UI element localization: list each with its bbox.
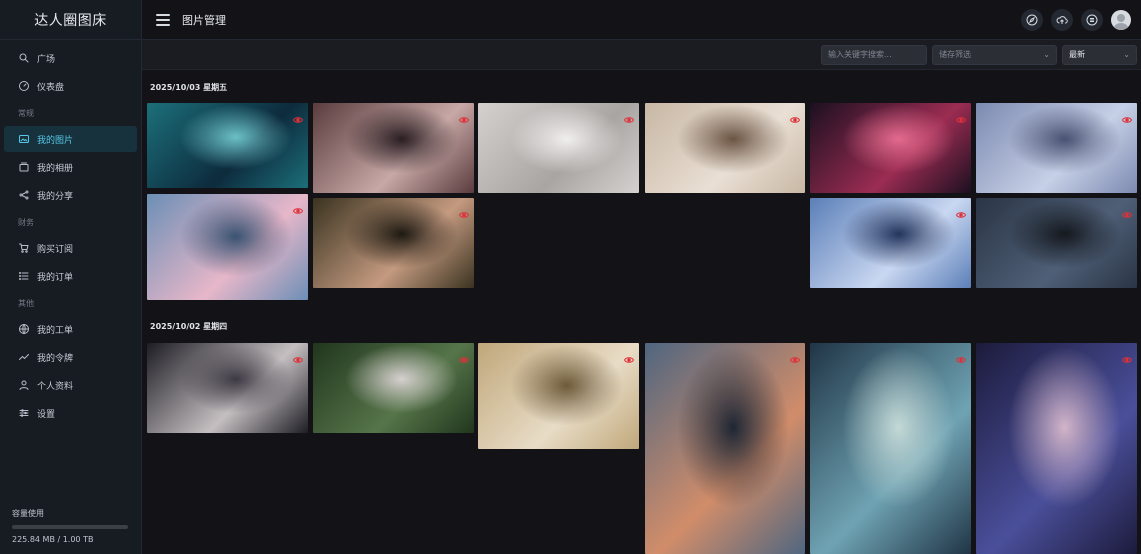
sidebar-item-globe[interactable]: 我的工单 — [4, 316, 137, 342]
chevron-down-icon: ⌄ — [1043, 50, 1050, 59]
sidebar-item-label: 我的图片 — [37, 135, 74, 146]
user-icon — [18, 379, 30, 391]
eye-icon[interactable] — [1121, 204, 1133, 218]
eye-icon[interactable] — [789, 109, 801, 123]
trend-icon — [18, 351, 30, 363]
sidebar-item-label: 我的分享 — [37, 191, 74, 202]
chevron-down-icon: ⌄ — [1123, 50, 1130, 59]
sidebar-item-search[interactable]: 广场 — [4, 45, 137, 71]
date-heading: 2025/10/03 星期五 — [150, 83, 228, 92]
sidebar-item-label: 我的令牌 — [37, 353, 74, 364]
brand-logo[interactable]: 达人圈图床 — [0, 0, 141, 40]
eye-icon[interactable] — [292, 200, 304, 214]
compass-icon[interactable] — [1021, 8, 1043, 31]
image-thumbnail[interactable] — [810, 103, 971, 193]
eye-icon[interactable] — [292, 109, 304, 123]
sidebar-item-label: 仪表盘 — [37, 82, 65, 93]
topbar: 图片管理 — [142, 0, 1141, 40]
image-gallery: 2025/10/03 星期五 2025/10/02 星期四 — [142, 70, 1141, 554]
eye-icon[interactable] — [458, 204, 470, 218]
sort-select[interactable]: 最新 ⌄ — [1062, 44, 1137, 65]
image-thumbnail[interactable] — [810, 198, 971, 288]
search-icon — [18, 52, 30, 64]
sidebar-item-album[interactable]: 我的相册 — [4, 154, 137, 180]
sidebar-item-list[interactable]: 我的订单 — [4, 263, 137, 289]
date-heading: 2025/10/02 星期四 — [150, 322, 228, 331]
cart-icon — [18, 242, 30, 254]
eye-icon[interactable] — [1121, 109, 1133, 123]
cloud-upload-icon[interactable] — [1051, 8, 1073, 31]
share-icon — [18, 189, 30, 201]
image-thumbnail[interactable] — [147, 194, 308, 300]
storage-text: 225.84 MB / 1.00 TB — [12, 535, 94, 544]
image-thumbnail[interactable] — [645, 103, 805, 193]
filter-bar: 储存筛选 ⌄ 最新 ⌄ — [142, 40, 1141, 70]
sidebar-item-share[interactable]: 我的分享 — [4, 182, 137, 208]
eye-icon[interactable] — [292, 349, 304, 363]
image-thumbnail[interactable] — [313, 103, 474, 193]
avatar[interactable] — [1111, 9, 1131, 30]
sidebar-item-settings[interactable]: 设置 — [4, 400, 137, 426]
eye-icon[interactable] — [1121, 349, 1133, 363]
sidebar-item-label: 设置 — [37, 409, 56, 420]
sidebar: 达人圈图床 广场仪表盘常规我的图片我的相册我的分享财务购买订阅我的订单其他我的工… — [0, 0, 142, 554]
storage-filter-select[interactable]: 储存筛选 ⌄ — [932, 44, 1057, 65]
image-thumbnail[interactable] — [976, 103, 1137, 193]
sort-label: 最新 — [1069, 50, 1085, 59]
sidebar-item-image[interactable]: 我的图片 — [4, 126, 137, 152]
image-thumbnail[interactable] — [147, 343, 308, 433]
settings-icon — [18, 407, 30, 419]
image-thumbnail[interactable] — [976, 343, 1137, 554]
list-circle-icon[interactable] — [1081, 8, 1103, 31]
storage-usage: 容量使用 225.84 MB / 1.00 TB — [12, 508, 128, 544]
eye-icon[interactable] — [623, 349, 635, 363]
list-icon — [18, 270, 30, 282]
image-thumbnail[interactable] — [313, 198, 474, 288]
sidebar-item-trend[interactable]: 我的令牌 — [4, 344, 137, 370]
eye-icon[interactable] — [955, 349, 967, 363]
eye-icon[interactable] — [623, 109, 635, 123]
menu-toggle-icon[interactable] — [156, 13, 170, 26]
eye-icon[interactable] — [458, 349, 470, 363]
sidebar-item-label: 我的订单 — [37, 272, 74, 283]
dashboard-icon — [18, 80, 30, 92]
sidebar-item-label: 个人资料 — [37, 381, 74, 392]
sidebar-section-title: 财务 — [18, 217, 34, 227]
sidebar-item-label: 我的相册 — [37, 163, 74, 174]
image-thumbnail[interactable] — [147, 103, 308, 188]
sidebar-item-label: 广场 — [37, 54, 56, 65]
image-thumbnail[interactable] — [810, 343, 971, 554]
sidebar-item-label: 我的工单 — [37, 325, 74, 336]
storage-filter-label: 储存筛选 — [939, 50, 971, 59]
image-thumbnail[interactable] — [478, 343, 639, 449]
sidebar-section-title: 其他 — [18, 298, 34, 308]
globe-icon — [18, 323, 30, 335]
sidebar-nav: 广场仪表盘常规我的图片我的相册我的分享财务购买订阅我的订单其他我的工单我的令牌个… — [0, 40, 141, 426]
app-root: 达人圈图床 广场仪表盘常规我的图片我的相册我的分享财务购买订阅我的订单其他我的工… — [0, 0, 1141, 554]
top-actions — [1021, 8, 1131, 31]
sidebar-item-label: 购买订阅 — [37, 244, 74, 255]
sidebar-item-user[interactable]: 个人资料 — [4, 372, 137, 398]
eye-icon[interactable] — [789, 349, 801, 363]
search-input[interactable] — [821, 44, 927, 65]
sidebar-section-title: 常规 — [18, 108, 34, 118]
page-title: 图片管理 — [182, 13, 226, 27]
storage-title: 容量使用 — [12, 509, 44, 518]
storage-progress-bar — [12, 525, 128, 529]
eye-icon[interactable] — [955, 109, 967, 123]
album-icon — [18, 161, 30, 173]
eye-icon[interactable] — [458, 109, 470, 123]
image-icon — [18, 133, 30, 145]
image-thumbnail[interactable] — [313, 343, 474, 433]
image-thumbnail[interactable] — [645, 343, 805, 554]
sidebar-item-dashboard[interactable]: 仪表盘 — [4, 73, 137, 99]
eye-icon[interactable] — [955, 204, 967, 218]
image-thumbnail[interactable] — [976, 198, 1137, 288]
image-thumbnail[interactable] — [478, 103, 639, 193]
sidebar-item-cart[interactable]: 购买订阅 — [4, 235, 137, 261]
